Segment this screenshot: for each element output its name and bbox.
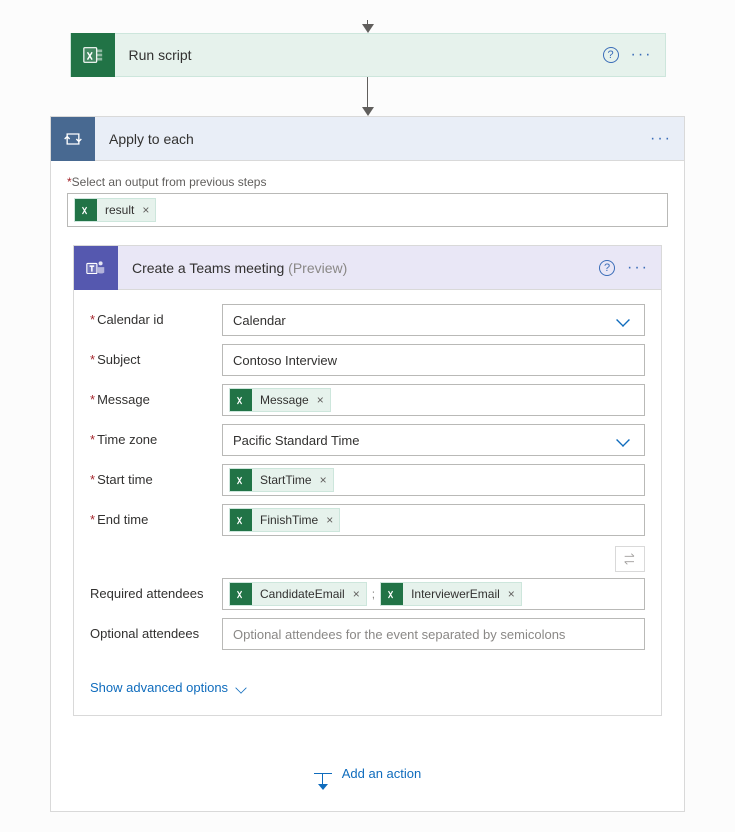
chevron-down-icon xyxy=(616,433,630,447)
excel-icon xyxy=(230,583,252,605)
calendar-id-label: *Calendar id xyxy=(90,304,222,327)
apply-to-each-card: Apply to each ··· *Select an output from… xyxy=(50,116,685,812)
end-time-input[interactable]: FinishTime × xyxy=(222,504,645,536)
token-label: Message xyxy=(252,393,315,407)
apply-to-each-header[interactable]: Apply to each ··· xyxy=(51,117,684,161)
token-label: FinishTime xyxy=(252,513,324,527)
required-attendees-input[interactable]: CandidateEmail × ; InterviewerEmail × xyxy=(222,578,645,610)
separator: ; xyxy=(370,587,377,601)
preview-tag: (Preview) xyxy=(288,260,347,276)
calendar-id-value: Calendar xyxy=(233,313,286,328)
subject-value: Contoso Interview xyxy=(233,353,337,368)
excel-icon xyxy=(71,33,115,77)
step-run-script[interactable]: Run script ? ··· xyxy=(70,33,666,77)
message-input[interactable]: Message × xyxy=(222,384,645,416)
chevron-down-icon xyxy=(616,313,630,327)
required-attendees-label: Required attendees xyxy=(90,578,222,601)
connector-top xyxy=(30,20,705,33)
help-icon[interactable]: ? xyxy=(603,47,619,63)
excel-icon xyxy=(230,509,252,531)
token-label: result xyxy=(97,203,140,217)
teams-action-card: Create a Teams meeting (Preview) ? ··· *… xyxy=(73,245,662,716)
subject-label: *Subject xyxy=(90,344,222,367)
timezone-label: *Time zone xyxy=(90,424,222,447)
token-starttime[interactable]: StartTime × xyxy=(229,468,334,492)
select-output-input[interactable]: result × xyxy=(67,193,668,227)
connector-mid xyxy=(30,77,705,116)
run-script-title: Run script xyxy=(115,47,603,63)
add-action-icon xyxy=(314,773,332,774)
timezone-value: Pacific Standard Time xyxy=(233,433,359,448)
add-action-button[interactable]: Add an action xyxy=(67,766,668,781)
excel-icon xyxy=(381,583,403,605)
teams-action-header[interactable]: Create a Teams meeting (Preview) ? ··· xyxy=(74,246,661,290)
token-label: StartTime xyxy=(252,473,318,487)
message-label: *Message xyxy=(90,384,222,407)
show-advanced-options-link[interactable]: Show advanced options xyxy=(90,680,246,695)
chevron-down-icon xyxy=(235,682,246,693)
optional-attendees-input[interactable]: Optional attendees for the event separat… xyxy=(222,618,645,650)
token-interviewer-email[interactable]: InterviewerEmail × xyxy=(380,582,522,606)
token-label: InterviewerEmail xyxy=(403,587,506,601)
subject-input[interactable]: Contoso Interview xyxy=(222,344,645,376)
apply-to-each-title: Apply to each xyxy=(95,131,650,147)
start-time-input[interactable]: StartTime × xyxy=(222,464,645,496)
token-message[interactable]: Message × xyxy=(229,388,331,412)
remove-token-button[interactable]: × xyxy=(140,203,155,217)
excel-icon xyxy=(230,469,252,491)
remove-token-button[interactable]: × xyxy=(351,587,366,601)
loop-more-menu-button[interactable]: ··· xyxy=(650,134,672,144)
swap-mode-button[interactable] xyxy=(615,546,645,572)
teams-more-menu-button[interactable]: ··· xyxy=(627,263,649,273)
calendar-id-select[interactable]: Calendar xyxy=(222,304,645,336)
remove-token-button[interactable]: × xyxy=(324,513,339,527)
end-time-label: *End time xyxy=(90,504,222,527)
token-label: CandidateEmail xyxy=(252,587,351,601)
optional-attendees-placeholder: Optional attendees for the event separat… xyxy=(233,627,565,642)
excel-icon xyxy=(230,389,252,411)
remove-token-button[interactable]: × xyxy=(506,587,521,601)
token-candidate-email[interactable]: CandidateEmail × xyxy=(229,582,367,606)
teams-icon xyxy=(74,246,118,290)
optional-attendees-label: Optional attendees xyxy=(90,618,222,641)
remove-token-button[interactable]: × xyxy=(318,473,333,487)
start-time-label: *Start time xyxy=(90,464,222,487)
help-icon[interactable]: ? xyxy=(599,260,615,276)
teams-action-title: Create a Teams meeting (Preview) xyxy=(118,260,599,276)
loop-icon xyxy=(51,117,95,161)
more-menu-button[interactable]: ··· xyxy=(631,50,653,60)
excel-icon xyxy=(75,199,97,221)
select-output-label: *Select an output from previous steps xyxy=(67,175,668,189)
timezone-select[interactable]: Pacific Standard Time xyxy=(222,424,645,456)
token-result[interactable]: result × xyxy=(74,198,156,222)
remove-token-button[interactable]: × xyxy=(315,393,330,407)
token-finishtime[interactable]: FinishTime × xyxy=(229,508,340,532)
